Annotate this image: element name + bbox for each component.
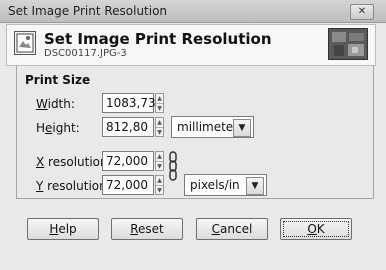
section-print-size: Print Size: [25, 73, 91, 87]
chevron-down-icon: ▼: [246, 177, 264, 195]
close-icon: ✕: [357, 6, 367, 17]
width-label: Width:: [36, 97, 75, 111]
window-title: Set Image Print Resolution: [8, 4, 168, 18]
chevron-down-icon: ▼: [233, 119, 251, 137]
chain-link-icon[interactable]: [168, 151, 178, 181]
image-thumbnail: [328, 28, 368, 60]
image-name: DSC00117.JPG-3: [44, 48, 127, 59]
width-stepper[interactable]: ▲ ▼: [155, 93, 164, 113]
y-resolution-input[interactable]: 72,000: [102, 175, 154, 195]
height-input[interactable]: 812,80: [102, 117, 154, 137]
x-resolution-input[interactable]: 72,000: [102, 151, 154, 171]
height-stepper[interactable]: ▲ ▼: [155, 117, 164, 137]
ok-button[interactable]: OK: [280, 218, 352, 240]
help-button[interactable]: Help: [27, 218, 99, 240]
print-size-icon: [14, 31, 36, 55]
reset-button[interactable]: Reset: [111, 218, 183, 240]
x-resolution-label: X resolution:: [36, 155, 112, 169]
y-resolution-label: Y resolution:: [36, 179, 111, 193]
y-resolution-stepper[interactable]: ▲ ▼: [155, 175, 164, 195]
cancel-button[interactable]: Cancel: [196, 218, 268, 240]
x-resolution-stepper[interactable]: ▲ ▼: [155, 151, 164, 171]
height-label: Height:: [36, 121, 80, 135]
width-input[interactable]: 1083,73: [102, 93, 156, 113]
dialog-title: Set Image Print Resolution: [44, 30, 272, 48]
resolution-unit-select[interactable]: pixels/in ▼: [184, 174, 267, 196]
size-unit-select[interactable]: millimeters ▼: [171, 116, 254, 138]
close-button[interactable]: ✕: [350, 4, 374, 20]
